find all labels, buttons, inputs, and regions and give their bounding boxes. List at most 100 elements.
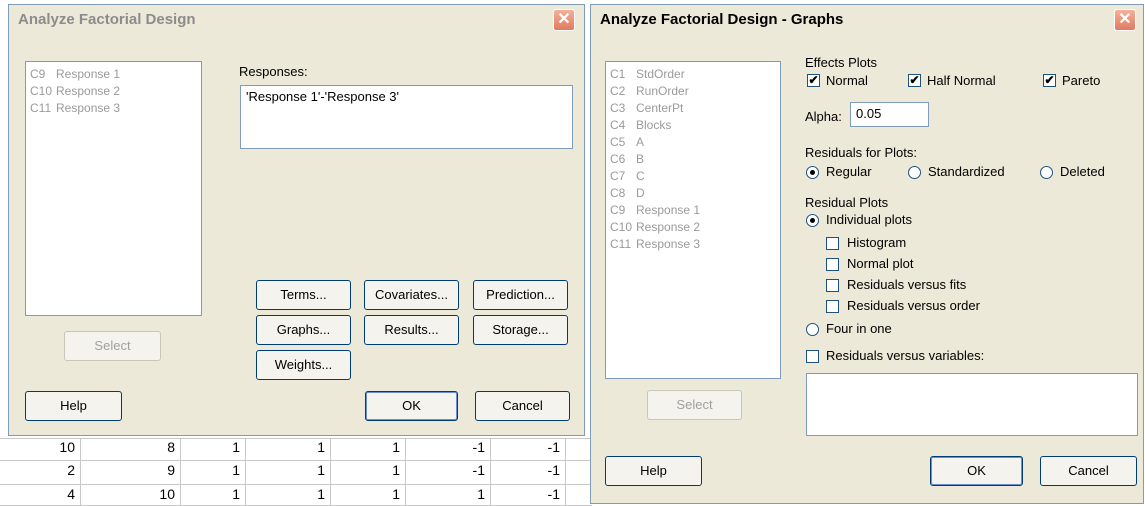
column-id: C8 <box>610 186 626 200</box>
column-name: RunOrder <box>636 84 689 98</box>
normal-plot-checkbox[interactable] <box>826 258 839 271</box>
residuals-vs-fits-checkbox[interactable] <box>826 279 839 292</box>
covariates-button[interactable]: Covariates... <box>364 280 459 310</box>
histogram-checkbox[interactable] <box>826 237 839 250</box>
column-name: CenterPt <box>636 101 684 115</box>
title-bar: Analyze Factorial Design ✕ <box>9 5 584 35</box>
column-id: C6 <box>610 152 626 166</box>
column-name: Response 3 <box>636 237 701 251</box>
column-list-item[interactable]: C4 Blocks <box>610 118 671 132</box>
column-id: C3 <box>610 101 626 115</box>
worksheet-cell: 1 <box>392 462 400 478</box>
worksheet-cell: 9 <box>167 462 175 478</box>
column-list-item[interactable]: C11 Response 3 <box>610 237 700 251</box>
column-list-item[interactable]: C7 C <box>610 169 645 183</box>
worksheet-cell: 2 <box>67 462 75 478</box>
residuals-vs-order-label: Residuals versus order <box>847 298 980 313</box>
worksheet-cell: -1 <box>547 486 560 502</box>
column-name: StdOrder <box>636 67 685 81</box>
worksheet-cell: 4 <box>67 486 75 502</box>
help-button[interactable]: Help <box>605 456 702 486</box>
histogram-label: Histogram <box>847 235 907 250</box>
individual-plots-radio[interactable] <box>806 214 819 227</box>
cancel-button[interactable]: Cancel <box>1040 456 1137 486</box>
deleted-label: Deleted <box>1060 164 1105 179</box>
column-list-item[interactable]: C9 Response 1 <box>610 203 700 217</box>
graphs-button[interactable]: Graphs... <box>256 315 351 345</box>
column-list-item[interactable]: C9 Response 1 <box>30 67 120 81</box>
column-list[interactable]: C1 StdOrder C2 RunOrder C3 CenterPt C4 Blocks C5… <box>605 61 781 379</box>
results-button[interactable]: Results... <box>364 315 459 345</box>
column-id: C10 <box>30 84 53 98</box>
column-list-item[interactable]: C10 Response 2 <box>610 220 700 234</box>
column-name: Response 2 <box>56 84 121 98</box>
responses-input[interactable]: 'Response 1'-'Response 3' <box>240 85 573 149</box>
column-name: Response 1 <box>56 67 121 81</box>
regular-label: Regular <box>826 164 872 179</box>
column-id: C9 <box>610 203 626 217</box>
worksheet-cell: 10 <box>159 486 175 502</box>
column-list-item[interactable]: C5 A <box>610 135 644 149</box>
column-id: C1 <box>610 67 626 81</box>
dialog-title: Analyze Factorial Design - Graphs <box>600 11 844 28</box>
four-in-one-radio[interactable] <box>806 323 819 336</box>
column-id: C7 <box>610 169 626 183</box>
dialog-title: Analyze Factorial Design <box>18 11 196 28</box>
close-icon[interactable]: ✕ <box>1114 9 1136 31</box>
worksheet-cell: 1 <box>317 439 325 455</box>
residuals-vs-order-checkbox[interactable] <box>826 300 839 313</box>
deleted-radio[interactable] <box>1040 166 1053 179</box>
select-button[interactable]: Select <box>64 331 161 361</box>
ok-button[interactable]: OK <box>365 391 458 421</box>
weights-button[interactable]: Weights... <box>256 350 351 380</box>
prediction-button[interactable]: Prediction... <box>473 280 568 310</box>
normal-checkbox[interactable]: ✔ <box>807 74 820 87</box>
residuals-vs-variables-input[interactable] <box>806 373 1138 436</box>
alpha-label: Alpha: <box>805 109 842 124</box>
column-list-item[interactable]: C10 Response 2 <box>30 84 120 98</box>
residuals-vs-variables-label: Residuals versus variables: <box>826 348 985 363</box>
regular-radio[interactable] <box>806 166 819 179</box>
individual-plots-label: Individual plots <box>826 212 912 227</box>
pareto-label: Pareto <box>1062 73 1101 88</box>
worksheet-cell: -1 <box>547 439 560 455</box>
column-list-item[interactable]: C8 D <box>610 186 645 200</box>
pareto-checkbox[interactable]: ✔ <box>1043 74 1056 87</box>
graphs-dialog: Analyze Factorial Design - Graphs ✕ C1 St… <box>590 4 1144 504</box>
normal-plot-label: Normal plot <box>847 256 914 271</box>
cancel-button[interactable]: Cancel <box>475 391 570 421</box>
column-list-item[interactable]: C11 Response 3 <box>30 101 120 115</box>
storage-button[interactable]: Storage... <box>473 315 568 345</box>
column-list-item[interactable]: C1 StdOrder <box>610 67 685 81</box>
residuals-vs-variables-checkbox[interactable] <box>806 350 819 363</box>
column-list[interactable]: C9 Response 1 C10 Response 2 C11 Response 3 <box>25 61 202 316</box>
terms-button[interactable]: Terms... <box>256 280 351 310</box>
help-button[interactable]: Help <box>25 391 122 421</box>
column-name: Response 1 <box>636 203 701 217</box>
column-name: B <box>636 152 645 166</box>
column-id: C9 <box>30 67 46 81</box>
half-normal-checkbox[interactable]: ✔ <box>908 74 921 87</box>
worksheet-cell: 10 <box>59 439 75 455</box>
effects-plots-label: Effects Plots <box>805 55 878 70</box>
column-id: C2 <box>610 84 626 98</box>
column-list-item[interactable]: C6 B <box>610 152 644 166</box>
alpha-input[interactable]: 0.05 <box>850 102 929 127</box>
column-list-item[interactable]: C2 RunOrder <box>610 84 689 98</box>
standardized-radio[interactable] <box>908 166 921 179</box>
standardized-label: Standardized <box>928 164 1005 179</box>
responses-value: 'Response 1'-'Response 3' <box>246 89 400 104</box>
column-name: Response 3 <box>56 101 121 115</box>
analyze-factorial-design-dialog: Analyze Factorial Design ✕ C9 Response 1C… <box>8 4 585 436</box>
column-id: C11 <box>30 101 52 115</box>
close-icon[interactable]: ✕ <box>553 9 575 31</box>
residual-plots-label: Residual Plots <box>805 195 889 210</box>
half-normal-label: Half Normal <box>927 73 996 88</box>
worksheet-cell: 1 <box>232 462 240 478</box>
select-button[interactable]: Select <box>647 390 742 420</box>
column-name: D <box>636 186 645 200</box>
column-id: C5 <box>610 135 626 149</box>
alpha-value: 0.05 <box>856 106 882 121</box>
ok-button[interactable]: OK <box>930 456 1023 486</box>
column-list-item[interactable]: C3 CenterPt <box>610 101 683 115</box>
